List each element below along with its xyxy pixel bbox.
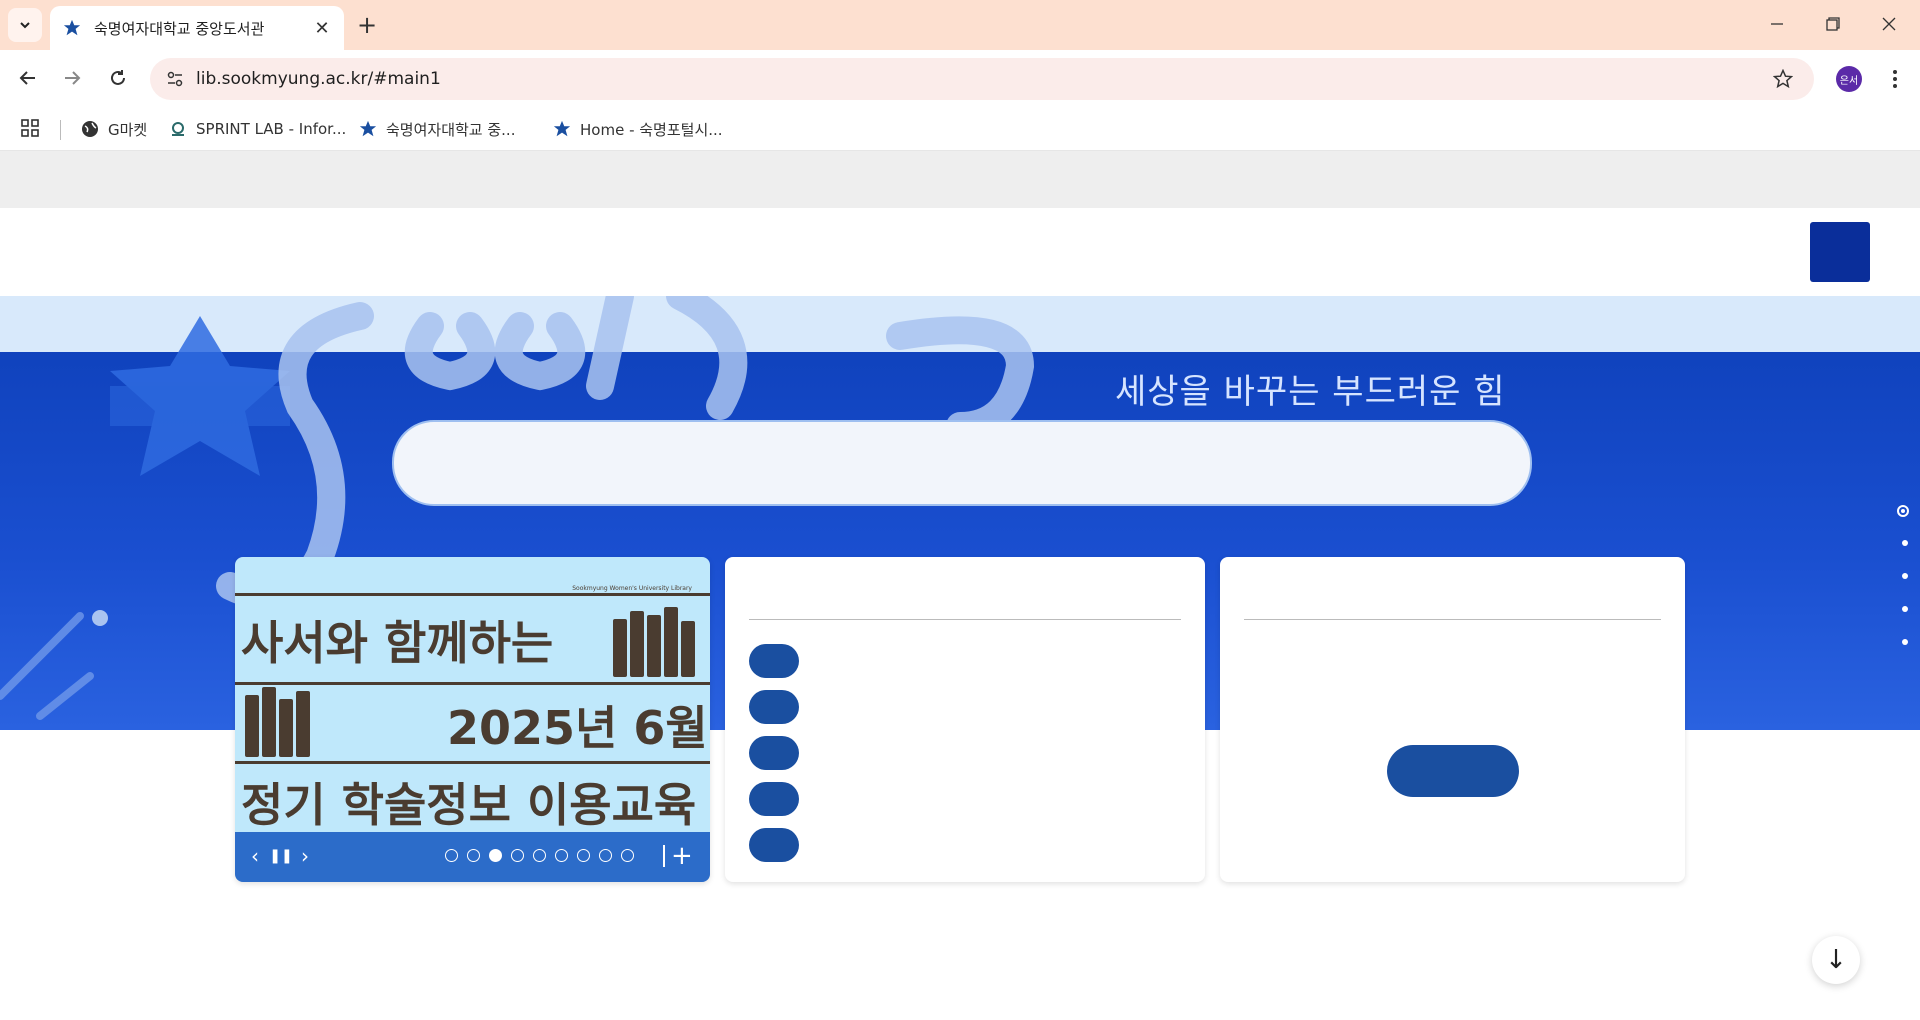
slider-pager [445, 849, 634, 862]
slider-pause-button[interactable]: ❚❚ [269, 844, 293, 868]
back-button[interactable] [10, 60, 46, 96]
list-item-tag[interactable] [749, 644, 799, 678]
section-nav-dot[interactable] [1902, 540, 1908, 546]
bookmark-label: 숙명여자대학교 중... [386, 120, 516, 139]
banner-divider [235, 682, 710, 685]
chevron-down-icon [20, 22, 30, 29]
info-panel [1220, 557, 1685, 882]
list-item-tag[interactable] [749, 736, 799, 770]
bookmark-item[interactable]: G마켓 [80, 116, 147, 142]
close-window-button[interactable] [1866, 6, 1912, 42]
arrow-down-icon: ↓ [1825, 945, 1847, 975]
bookmarks-separator [60, 120, 61, 140]
url-text: lib.sookmyung.ac.kr/#main1 [196, 69, 441, 89]
active-tab[interactable]: 숙명여자대학교 중앙도서관 ✕ [50, 6, 344, 50]
pager-dot[interactable] [511, 849, 524, 862]
panel-divider [749, 619, 1181, 620]
forward-button[interactable] [54, 60, 90, 96]
bookmark-star-icon[interactable] [1770, 66, 1796, 92]
arrow-right-icon [65, 71, 81, 85]
bookmarks-bar: G마켓 SPRINT LAB - Infor... 숙명여자대학교 중... H… [0, 108, 1920, 151]
banner-caption: Sookmyung Women's University Library [572, 585, 692, 592]
pager-dot[interactable] [555, 849, 568, 862]
library-search-input[interactable] [392, 420, 1532, 506]
bookmark-label: Home - 숙명포털시... [580, 120, 723, 139]
bookmark-label: G마켓 [108, 120, 148, 139]
banner-line-2: 2025년 6월 [447, 701, 708, 755]
menu-button[interactable] [1810, 222, 1870, 282]
apps-grid-icon[interactable] [20, 118, 44, 142]
list-item-tag[interactable] [749, 828, 799, 862]
reload-icon [111, 70, 125, 85]
section-nav-dot[interactable] [1902, 606, 1908, 612]
pager-dot[interactable] [533, 849, 546, 862]
arrow-left-icon [19, 71, 35, 85]
list-item-tag[interactable] [749, 690, 799, 724]
list-item-tag[interactable] [749, 782, 799, 816]
hero-slogan: 세상을 바꾸는 부드러운 힘 [1115, 372, 1506, 412]
notice-banner-slider[interactable]: Sookmyung Women's University Library 사서와… [235, 557, 710, 882]
more-plus-icon[interactable]: + [671, 841, 693, 871]
close-icon[interactable]: ✕ [308, 14, 336, 42]
more-menu-icon[interactable] [1880, 64, 1910, 94]
address-bar[interactable]: lib.sookmyung.ac.kr/#main1 [150, 58, 1814, 100]
pager-dot[interactable] [599, 849, 612, 862]
scroll-down-button[interactable]: ↓ [1812, 936, 1860, 984]
books-icon [613, 607, 695, 677]
sookmyung-emblem-icon [358, 119, 378, 139]
section-nav-dot[interactable] [1902, 639, 1908, 645]
books-icon [245, 687, 310, 757]
gear-icon[interactable] [1894, 502, 1912, 524]
section-nav-dot[interactable] [1902, 573, 1908, 579]
lab-icon [168, 119, 188, 139]
tab-title: 숙명여자대학교 중앙도서관 [94, 19, 265, 38]
slider-controls: ‹ ❚❚ › + [235, 832, 710, 882]
banner-divider [235, 593, 710, 596]
utility-bar [0, 151, 1920, 208]
new-tab-button[interactable]: + [352, 10, 382, 40]
pager-dot[interactable] [445, 849, 458, 862]
panel-action-button[interactable] [1387, 745, 1519, 797]
browser-toolbar: lib.sookmyung.ac.kr/#main1 은서 [0, 50, 1920, 108]
sookmyung-emblem-icon [62, 18, 82, 38]
notice-list-panel [725, 557, 1205, 882]
restore-button[interactable] [1810, 6, 1856, 42]
pager-dot[interactable] [489, 849, 502, 862]
pager-dot[interactable] [621, 849, 634, 862]
sookmyung-emblem-icon [552, 119, 572, 139]
tab-search-button[interactable] [8, 8, 42, 42]
minimize-button[interactable] [1754, 6, 1800, 42]
panel-divider [1244, 619, 1661, 620]
banner-line-1: 사서와 함께하는 [241, 616, 554, 670]
pager-divider [663, 845, 665, 867]
bookmark-label: SPRINT LAB - Infor... [196, 120, 347, 138]
globe-icon [80, 119, 100, 139]
reload-button[interactable] [100, 60, 136, 96]
bookmark-item[interactable]: Home - 숙명포털시... [552, 116, 723, 142]
pager-dot[interactable] [577, 849, 590, 862]
profile-avatar[interactable]: 은서 [1836, 66, 1862, 92]
slider-next-button[interactable]: › [293, 844, 317, 868]
pager-dot[interactable] [467, 849, 480, 862]
bookmark-item[interactable]: SPRINT LAB - Infor... [168, 116, 346, 142]
slider-prev-button[interactable]: ‹ [243, 844, 267, 868]
site-info-icon[interactable] [162, 66, 188, 92]
bookmark-item[interactable]: 숙명여자대학교 중... [358, 116, 515, 142]
banner-line-3: 정기 학술정보 이용교육 [241, 778, 697, 832]
tab-strip: 숙명여자대학교 중앙도서관 ✕ + [0, 0, 1920, 50]
banner-divider [235, 761, 710, 764]
site-header [0, 208, 1920, 296]
